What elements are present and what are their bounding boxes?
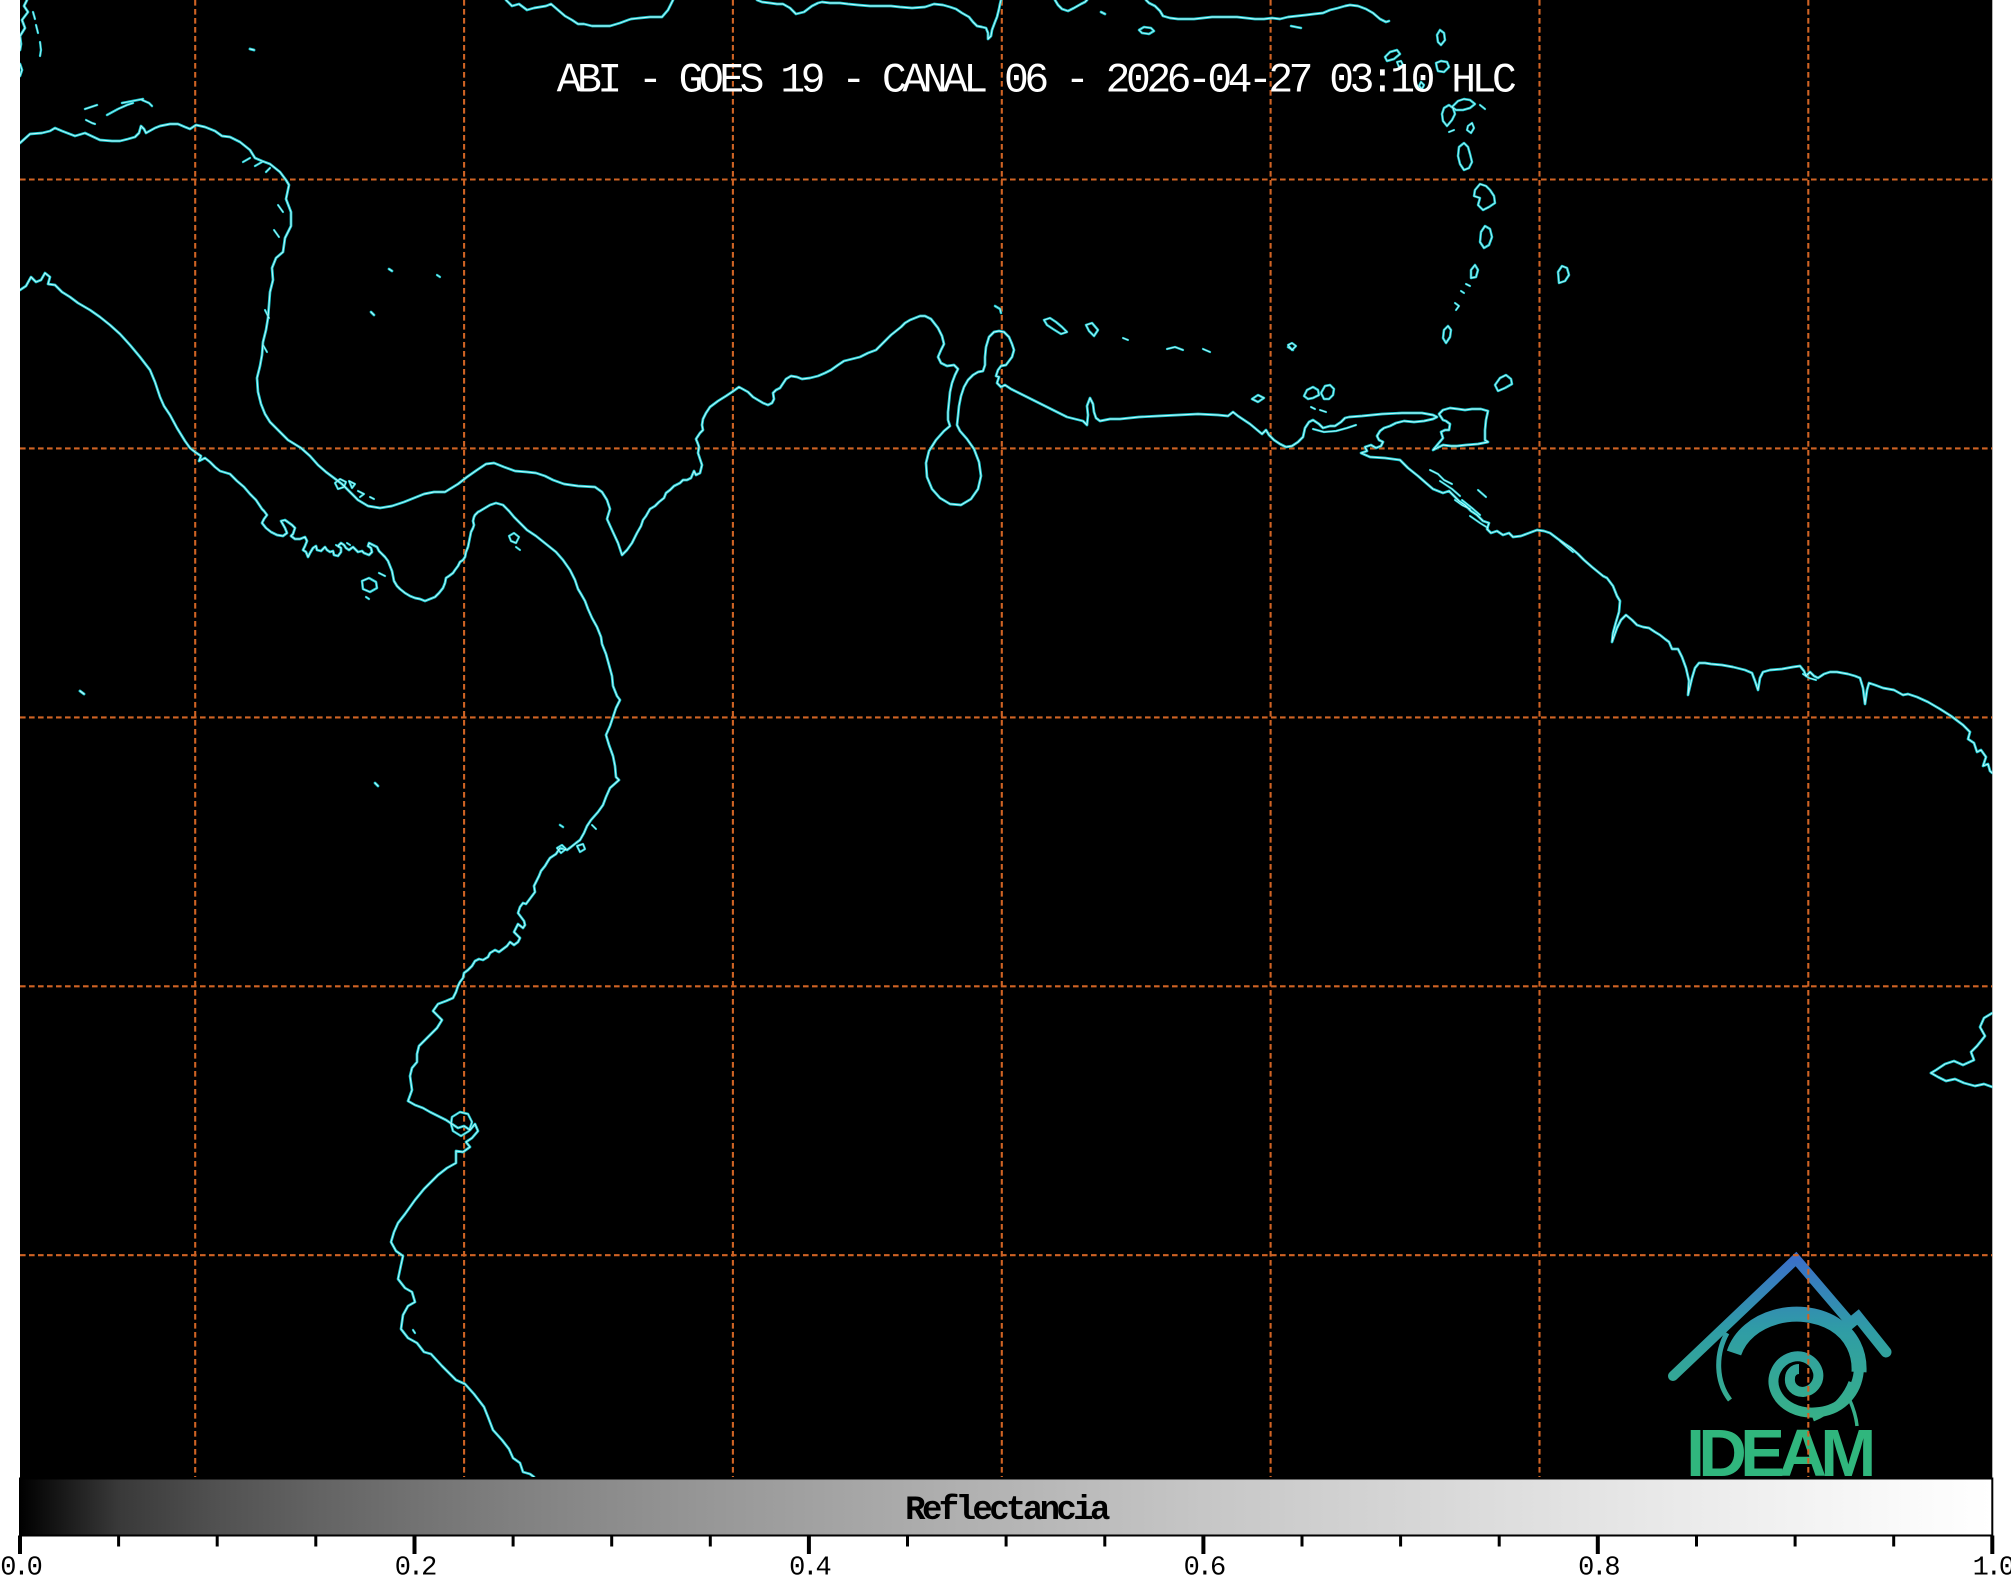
svg-text:1.0: 1.0	[1973, 1554, 2011, 1577]
svg-text:0.6: 0.6	[1184, 1554, 1225, 1577]
svg-text:0.4: 0.4	[789, 1554, 830, 1577]
svg-text:0.8: 0.8	[1578, 1554, 1619, 1577]
svg-text:0.0: 0.0	[0, 1554, 41, 1577]
svg-text:ABI - GOES 19 - CANAL 06 - 202: ABI - GOES 19 - CANAL 06 - 2026-04-27 03…	[557, 59, 1516, 105]
svg-text:Reflectancia: Reflectancia	[905, 1492, 1110, 1530]
svg-text:0.2: 0.2	[395, 1554, 436, 1577]
